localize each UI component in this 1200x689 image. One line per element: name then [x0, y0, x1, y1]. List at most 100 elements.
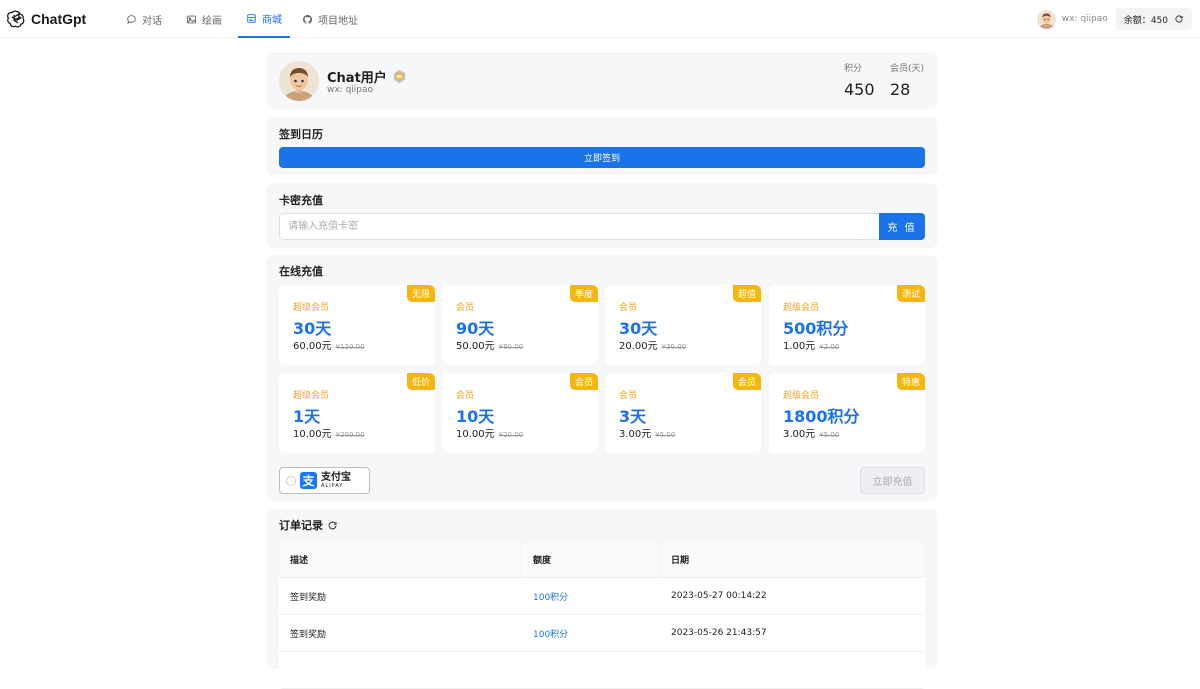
orders-title: 订单记录: [279, 519, 323, 532]
alipay-option[interactable]: 支 支付宝 ALIPAY: [279, 467, 370, 494]
avatar[interactable]: [1036, 9, 1056, 29]
orders-title-row: 订单记录: [279, 517, 338, 533]
nav-draw[interactable]: 绘画: [178, 0, 230, 38]
row-desc: 签到奖励: [290, 592, 327, 603]
balance-badge: 余额：450: [1115, 8, 1192, 30]
package-price-row: 60.00元 ¥120.00: [293, 337, 365, 352]
points-stat: 积分 450: [844, 61, 875, 99]
package-name: 会员: [456, 391, 475, 401]
app-logo-text: ChatGpt: [31, 10, 87, 27]
package-price: 50.00元: [456, 341, 495, 352]
table-header-row: 描述 额度 日期: [279, 541, 925, 578]
package-tag: 会员: [732, 373, 761, 390]
package-card[interactable]: 超值 会员 30天 20.00元 ¥30.00: [605, 285, 761, 365]
package-original-price: ¥2.00: [819, 343, 840, 351]
member-value: 28: [890, 80, 911, 99]
package-price-row: 50.00元 ¥80.00: [456, 337, 523, 352]
package-name: 超级会员: [293, 391, 330, 401]
nav-draw-label: 绘画: [202, 15, 222, 27]
package-price-row: 20.00元 ¥30.00: [619, 337, 686, 352]
member-label: 会员(天): [890, 64, 925, 74]
member-stat: 会员(天) 28: [890, 61, 924, 99]
cardkey-input[interactable]: [279, 213, 879, 240]
package-original-price: ¥80.00: [498, 343, 524, 351]
package-price: 3.00元: [619, 429, 652, 440]
package-card[interactable]: 无限 超级会员 30天 60.00元 ¥120.00: [279, 285, 435, 365]
package-tag: 无限: [406, 285, 435, 302]
table-row: 签到奖励 100积分 2023-05-26 21:43:57: [279, 615, 925, 652]
package-original-price: ¥30.00: [661, 343, 687, 351]
nav-store-label: 商城: [262, 14, 282, 26]
row-date: 2023-05-27 00:14:22: [671, 591, 767, 601]
package-name: 会员: [619, 303, 638, 313]
profile-name-row: Chat用户: [327, 67, 407, 86]
package-price: 10.00元: [456, 429, 495, 440]
package-price: 60.00元: [293, 341, 332, 352]
nav-chat[interactable]: 对话: [118, 0, 170, 38]
table-row: 签到奖励 100积分 2023-05-27 00:14:22: [279, 578, 925, 615]
package-tag: 低价: [406, 373, 435, 390]
package-amount: 1800积分: [783, 407, 860, 426]
package-tag: 季度: [569, 285, 598, 302]
row-desc: 签到奖励: [290, 629, 327, 640]
package-price: 10.00元: [293, 429, 332, 440]
balance-text: 余额：450: [1123, 15, 1168, 26]
package-name: 超级会员: [783, 303, 820, 313]
top-navbar: ChatGpt 对话 绘画 商城 项目地址 wx: qiipao 余额：450: [0, 0, 1200, 38]
nav-chat-label: 对话: [142, 15, 162, 27]
package-amount: 500积分: [783, 319, 849, 338]
orders-card: 订单记录 描述 额度 日期 签到奖励 100积分 2023-05-27 00:1…: [266, 509, 938, 689]
online-recharge-card: 在线充值 无限 超级会员 30天 60.00元 ¥120.00 季度 会员 90天…: [266, 255, 938, 501]
package-price: 20.00元: [619, 341, 658, 352]
recharge-now-button[interactable]: 立即充值: [860, 467, 925, 494]
refresh-icon[interactable]: [327, 520, 338, 531]
package-amount: 3天: [619, 407, 647, 426]
profile-card: Chat用户 wx: qiipao 积分 450 会员(天) 28: [266, 52, 938, 109]
points-value: 450: [844, 80, 875, 99]
package-card[interactable]: 测试 超级会员 500积分 1.00元 ¥2.00: [769, 285, 925, 365]
points-label: 积分: [844, 64, 863, 74]
alipay-radio[interactable]: [286, 475, 296, 486]
package-card[interactable]: 低价 超级会员 1天 10.00元 ¥200.00: [279, 373, 435, 453]
orders-table: 描述 额度 日期 签到奖励 100积分 2023-05-27 00:14:22 …: [279, 541, 925, 689]
package-original-price: ¥20.00: [498, 431, 524, 439]
app-logo[interactable]: ChatGpt: [7, 9, 86, 28]
refresh-icon[interactable]: [1174, 14, 1184, 24]
profile-avatar-image: [279, 61, 319, 101]
package-price-row: 10.00元 ¥200.00: [293, 425, 365, 440]
online-recharge-title: 在线充值: [279, 265, 323, 278]
column-header-amount: 额度: [522, 541, 660, 577]
openai-logo-icon: [7, 10, 25, 28]
row-date: 2023-05-26 21:43:57: [671, 628, 767, 638]
column-header-date: 日期: [671, 555, 690, 566]
package-amount: 90天: [456, 319, 495, 338]
cardkey-title: 卡密充值: [279, 194, 323, 207]
row-amount: 100积分: [533, 629, 569, 640]
cardkey-submit-button[interactable]: 充 值: [879, 213, 925, 240]
nav-store[interactable]: 商城: [238, 0, 290, 38]
package-card[interactable]: 会员 会员 3天 3.00元 ¥5.00: [605, 373, 761, 453]
topbar-username: wx: qiipao: [1061, 14, 1108, 24]
nav-project[interactable]: 项目地址: [294, 0, 366, 38]
signin-card: 签到日历 立即签到: [266, 117, 938, 175]
package-tag: 特惠: [896, 373, 925, 390]
github-icon: [302, 14, 313, 24]
package-card[interactable]: 会员 会员 10天 10.00元 ¥20.00: [442, 373, 598, 453]
package-name: 超级会员: [783, 391, 820, 401]
package-original-price: ¥120.00: [335, 343, 365, 351]
signin-button[interactable]: 立即签到: [279, 147, 925, 168]
package-amount: 10天: [456, 407, 495, 426]
package-card[interactable]: 季度 会员 90天 50.00元 ¥80.00: [442, 285, 598, 365]
package-price-row: 10.00元 ¥20.00: [456, 425, 523, 440]
package-name: 会员: [456, 303, 475, 313]
package-original-price: ¥5.00: [819, 431, 840, 439]
package-card[interactable]: 特惠 超级会员 1800积分 3.00元 ¥5.00: [769, 373, 925, 453]
package-original-price: ¥200.00: [335, 431, 365, 439]
package-tag: 测试: [896, 285, 925, 302]
package-price-row: 1.00元 ¥2.00: [783, 337, 839, 352]
avatar-image: [1036, 9, 1056, 29]
store-icon: [247, 13, 256, 23]
package-original-price: ¥5.00: [655, 431, 676, 439]
package-name: 超级会员: [293, 303, 330, 313]
package-price: 1.00元: [783, 341, 816, 352]
